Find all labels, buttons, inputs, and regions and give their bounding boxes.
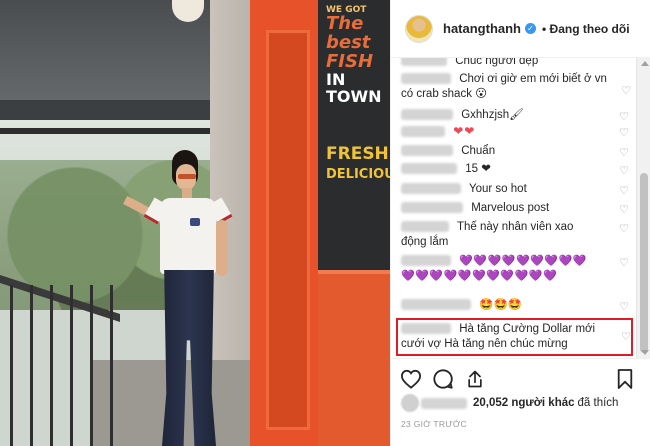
comment-username[interactable]: xxxxxxxxxx [401, 163, 457, 175]
username-link[interactable]: hatangthanh [443, 21, 521, 36]
comment-username[interactable]: xxxxxxxxxxx [401, 109, 453, 121]
comment-item: xxxxxxxxxx 15 ❤ ♡ [401, 162, 629, 177]
bookmark-icon[interactable] [613, 367, 637, 391]
like-comment-heart-icon[interactable]: ♡ [619, 146, 629, 161]
rail-bar [110, 285, 113, 446]
comment-username[interactable]: xxxxxxxxxx [401, 221, 449, 233]
comment-text: Chuẩn [461, 145, 496, 157]
comment-text: 15 ❤ [465, 163, 491, 175]
comment-list[interactable]: xxxxxxx Chúc người đẹp xxxxxxxxxx Chơi ơ… [391, 58, 636, 358]
scroll-thumb[interactable] [640, 173, 648, 353]
person-shirt-logo [190, 218, 200, 226]
comment-item: xxxxxxxxxxx Chuẩn ♡ [401, 144, 629, 159]
rail-bar [90, 285, 93, 446]
comment-username[interactable]: xxxxxxxxx [401, 299, 471, 311]
sign-line: IN TOWN [326, 70, 382, 106]
like-comment-heart-icon[interactable]: ♡ [619, 203, 629, 218]
person-arm-right [216, 220, 228, 276]
share-icon[interactable] [463, 367, 487, 391]
comment-username[interactable]: xxxxxxxxxxxx [401, 255, 451, 267]
like-comment-heart-icon[interactable]: ♡ [619, 110, 629, 125]
like-comment-heart-icon[interactable]: ♡ [619, 256, 629, 271]
comment-item: xxxxxxxxxx ❤❤ ♡ [401, 124, 629, 140]
post-action-bar [391, 358, 650, 396]
comment-icon[interactable] [431, 367, 455, 391]
likes-summary[interactable]: 20,052 người khác đã thích [401, 394, 618, 412]
avatar[interactable] [405, 14, 433, 43]
comment-item: xxxxxxxxxxxxx Marvelous post ♡ [401, 201, 629, 216]
comment-item: xxxxxxx Chúc người đẹp [401, 58, 629, 69]
photo-sign: WE GOT The best FISH IN TOWN FRESH DELIC… [326, 5, 390, 182]
comment-username[interactable]: xxxxxxxxxxxxx [401, 202, 463, 214]
person-glasses [178, 174, 196, 179]
like-comment-heart-icon[interactable]: ♡ [619, 184, 629, 199]
sign-line: DELICIOUS [326, 166, 390, 182]
post-side-panel: hatangthanh ✓ • Đang theo dõi xxxxxxx Ch… [390, 0, 650, 446]
comment-username[interactable]: xxxxxxxxxx [401, 73, 451, 85]
rail-bar [70, 285, 73, 446]
comment-item: xxxxxxxxxxx Gxhhzjsh🖌 ♡ [401, 108, 629, 123]
comments-scrollbar[interactable] [636, 58, 650, 358]
liker-avatar[interactable] [401, 394, 419, 412]
like-comment-heart-icon[interactable]: ♡ [619, 222, 629, 237]
post-photo[interactable]: WE GOT The best FISH IN TOWN FRESH DELIC… [0, 0, 390, 446]
sign-line: The best [326, 13, 371, 54]
rail-top [0, 275, 120, 322]
scroll-down-arrow-icon[interactable] [641, 350, 649, 355]
person-jeans [162, 270, 216, 446]
photo-ceiling-bar [0, 128, 230, 134]
comment-username[interactable]: xxxxxxx [401, 58, 447, 67]
like-comment-heart-icon[interactable]: ♡ [621, 84, 631, 99]
comment-item: xxxxxxxxxx Thế này nhân viên xao động lắ… [401, 220, 629, 250]
like-comment-heart-icon[interactable]: ♡ [619, 126, 629, 141]
rail-bar [30, 285, 33, 446]
liker-username[interactable] [421, 397, 467, 409]
photo-railing [0, 275, 120, 446]
like-comment-heart-icon[interactable]: ♡ [619, 164, 629, 179]
comment-text: Your so hot [469, 183, 527, 195]
photo-person [120, 150, 250, 446]
photo-roof-beam [0, 100, 240, 120]
rail-bar [50, 285, 53, 446]
likes-count[interactable]: 20,052 người khác [473, 397, 575, 409]
like-comment-heart-icon[interactable]: ♡ [619, 300, 629, 315]
comment-text: Chúc người đẹp [455, 58, 539, 67]
follow-status-button[interactable]: • Đang theo dõi [542, 22, 630, 36]
person-shirt [160, 198, 216, 274]
photo-door-panel [266, 30, 310, 430]
comment-text: 🤩🤩🤩 [479, 299, 523, 311]
comment-item: xxxxxxxxxx Chơi ơi giờ em mới biết ở vn … [401, 72, 631, 102]
photo-door-lower [318, 270, 390, 446]
verified-icon: ✓ [525, 23, 536, 34]
comment-item: xxxxxxxxx 🤩🤩🤩 ♡ [401, 298, 629, 313]
comment-username[interactable]: xxxxxxxxxx [401, 126, 445, 138]
post-timestamp[interactable]: 23 GIỜ TRƯỚC [401, 419, 467, 429]
comment-item: xxxxxxxxxxxx 💜💜💜💜💜💜💜💜💜💜💜💜💜💜💜💜💜💜💜💜 ♡ [401, 254, 629, 284]
likes-suffix: đã thích [577, 397, 619, 409]
comment-text: Marvelous post [471, 202, 550, 214]
comment-username[interactable]: xxxxxxxxxxx [401, 145, 453, 157]
highlight-box [396, 318, 633, 356]
heart-icon[interactable] [399, 367, 423, 391]
post-header: hatangthanh ✓ • Đang theo dõi [391, 0, 650, 58]
comment-item: xxxxxxxxxxxxx Your so hot ♡ [401, 182, 629, 197]
comment-text: Gxhhzjsh🖌 [461, 109, 524, 121]
comment-username[interactable]: xxxxxxxxxxxxx [401, 183, 461, 195]
sign-line: FRESH [326, 143, 389, 164]
rail-bar [10, 285, 13, 446]
scroll-up-arrow-icon[interactable] [641, 61, 649, 66]
